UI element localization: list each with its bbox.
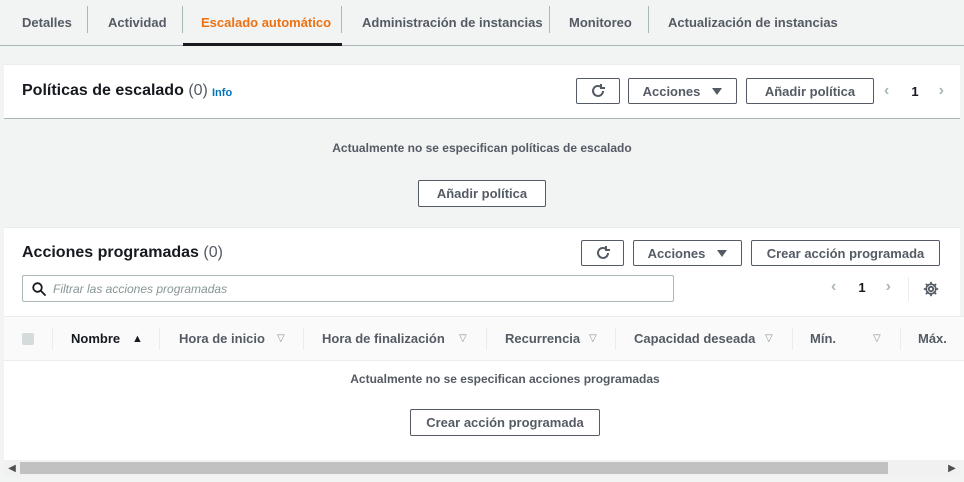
select-all-checkbox[interactable]	[21, 332, 34, 345]
create-scheduled-action-empty-button[interactable]: Crear acción programada	[410, 409, 600, 436]
tab-administracion-instancias[interactable]: Administración de instancias	[342, 0, 550, 45]
column-max[interactable]: Máx.	[901, 317, 964, 360]
search-icon	[32, 281, 46, 296]
scheduled-actions-table-header: Nombre ▲ Hora de inicio ▽ Hora de finali…	[4, 316, 964, 361]
scaling-policies-count: (0)	[188, 82, 208, 99]
add-policy-button[interactable]: Añadir política	[746, 78, 874, 104]
scrollbar-thumb[interactable]	[20, 462, 888, 474]
chevron-right-icon[interactable]: ›	[886, 278, 891, 296]
column-capacidad-deseada[interactable]: Capacidad deseada ▽	[616, 317, 793, 360]
chevron-right-icon[interactable]: ›	[939, 82, 944, 100]
actions-pagination: ‹ 1 ›	[831, 278, 891, 296]
page-number[interactable]: 1	[858, 280, 865, 295]
scheduled-actions-button[interactable]: Acciones	[633, 240, 742, 266]
scheduled-actions-title: Acciones programadas (0)	[22, 244, 223, 261]
chevron-left-icon[interactable]: ‹	[884, 82, 889, 100]
sort-icon: ▽	[873, 333, 881, 344]
column-recurrencia[interactable]: Recurrencia ▽	[487, 317, 616, 360]
policies-empty-message: Actualmente no se especifican políticas …	[332, 141, 632, 155]
actions-empty-message: Actualmente no se especifican acciones p…	[350, 372, 660, 386]
search-input[interactable]	[53, 281, 633, 296]
caret-down-icon	[717, 249, 728, 257]
caret-down-icon	[712, 87, 723, 95]
page-number[interactable]: 1	[911, 84, 918, 99]
refresh-icon	[596, 246, 610, 259]
pagination-divider	[908, 277, 909, 301]
tab-bar: Detalles Actividad Escalado automático A…	[0, 0, 964, 46]
sort-icon: ▽	[765, 333, 773, 344]
sort-icon: ▽	[589, 333, 597, 344]
scroll-left-arrow-icon[interactable]: ◀	[5, 460, 19, 476]
tab-escalado-automatico[interactable]: Escalado automático	[183, 0, 342, 46]
sort-ascending-icon: ▲	[132, 332, 143, 345]
scheduled-actions-table-body: Actualmente no se especifican acciones p…	[4, 361, 964, 460]
scheduled-actions-header: Acciones programadas (0) Acciones Crear …	[4, 227, 960, 316]
column-hora-finalizacion[interactable]: Hora de finalización ▽	[304, 317, 487, 360]
sort-icon: ▽	[277, 333, 285, 344]
policies-pagination: ‹ 1 ›	[884, 82, 944, 100]
scheduled-actions-count: (0)	[203, 244, 223, 261]
horizontal-scrollbar[interactable]: ◀ ▶	[4, 460, 960, 476]
select-all-column	[4, 317, 53, 360]
scaling-policies-header: Políticas de escalado (0) Info Acciones …	[4, 64, 960, 119]
tab-actividad[interactable]: Actividad	[88, 0, 183, 45]
refresh-icon	[592, 84, 605, 97]
chevron-left-icon[interactable]: ‹	[831, 278, 836, 296]
refresh-actions-button[interactable]	[581, 240, 624, 266]
column-min[interactable]: Mín. ▽	[793, 317, 901, 360]
gear-icon[interactable]	[923, 281, 939, 297]
create-scheduled-action-button[interactable]: Crear acción programada	[751, 240, 940, 266]
policies-actions-button[interactable]: Acciones	[628, 78, 737, 104]
refresh-policies-button[interactable]	[576, 78, 620, 104]
info-link[interactable]: Info	[212, 87, 232, 99]
scheduled-actions-search[interactable]	[22, 275, 674, 302]
column-hora-inicio[interactable]: Hora de inicio ▽	[160, 317, 304, 360]
tab-monitoreo[interactable]: Monitoreo	[550, 0, 649, 45]
column-nombre[interactable]: Nombre ▲	[53, 317, 160, 360]
scaling-policies-title: Políticas de escalado (0)	[22, 82, 208, 99]
scroll-right-arrow-icon[interactable]: ▶	[945, 460, 959, 476]
add-policy-empty-button[interactable]: Añadir política	[418, 180, 546, 207]
sort-icon: ▽	[459, 333, 467, 344]
tab-detalles[interactable]: Detalles	[0, 0, 88, 45]
tab-actualizacion-instancias[interactable]: Actualización de instancias	[649, 0, 849, 45]
